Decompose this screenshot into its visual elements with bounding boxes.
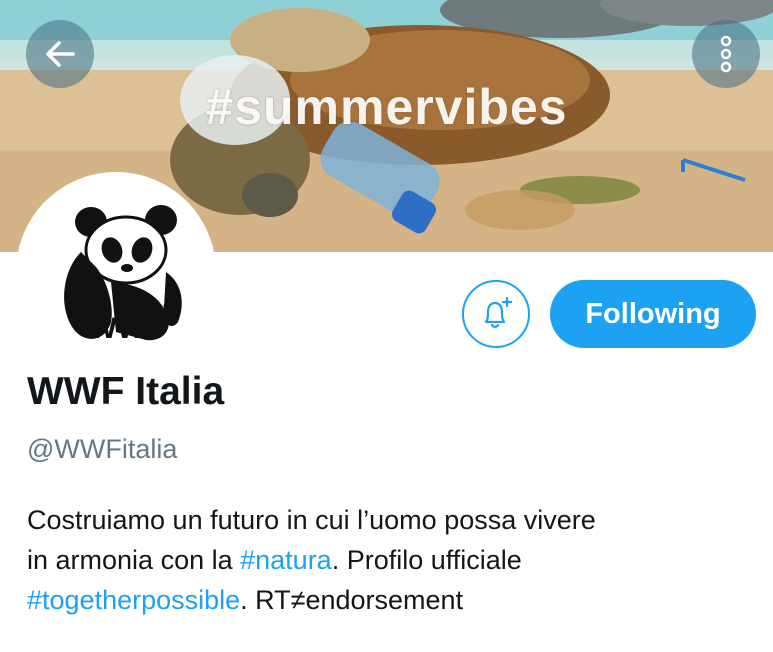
wwf-logo-text: WWF [89,312,164,345]
display-name: WWF Italia [27,370,225,413]
bio-text: . Profilo ufficiale [331,545,522,575]
user-handle: @WWFitalia [27,434,178,464]
bio-text: in armonia con la [27,545,241,575]
hashtag-link-togetherpossible[interactable]: #togetherpossible [27,585,240,615]
bio-line-1: Costruiamo un futuro in cui l’uomo possa… [27,505,596,535]
back-button[interactable] [26,20,94,88]
arrow-left-icon [46,41,75,67]
following-button[interactable]: Following [550,280,756,348]
bell-plus-icon [484,296,513,328]
notifications-button[interactable] [462,280,530,348]
profile-avatar[interactable]: WWF [16,172,216,372]
vertical-ellipsis-icon [720,35,732,73]
banner-hashtag-text: #summervibes [205,79,568,135]
wwf-panda-logo: WWF [64,205,182,345]
more-options-button[interactable] [692,20,760,88]
hashtag-link-natura[interactable]: #natura [240,545,332,575]
bio-text: . RT≠endorsement [240,585,464,615]
profile-bio: Costruiamo un futuro in cui l’uomo possa… [27,500,757,620]
